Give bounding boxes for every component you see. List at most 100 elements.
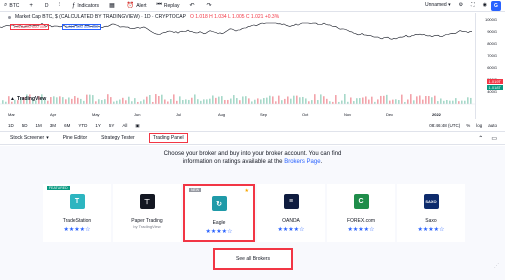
volume-bar [362,97,364,104]
volume-bar [443,100,445,104]
y-tick: 600G [487,65,497,70]
star-icon[interactable]: ★ [245,188,249,194]
range-all[interactable]: All [122,123,127,128]
percent-toggle[interactable]: % [466,123,470,128]
tab-pine-editor[interactable]: Pine Editor [63,135,87,141]
layout-name-button[interactable]: Unnamed ▾ [425,2,451,8]
toolbar-right: Unnamed ▾ ⚙ ⛶ ◉ [425,2,487,8]
volume-bar [143,99,145,104]
undo-button[interactable]: ↶ [189,2,196,9]
broker-name: TradeStation [62,218,92,224]
volume-bar [83,100,85,104]
broker-card-tradestation[interactable]: FEATURED T TradeStation ★★★★☆ [43,184,111,242]
volume-bar [197,99,199,104]
interval-label: D [44,2,49,9]
see-all-brokers-button[interactable]: See all Brokers [213,248,293,270]
volume-bar [287,96,289,104]
new-badge: NEW [189,188,202,192]
brokers-page-link[interactable]: Brokers Page [284,159,320,165]
range-ytd[interactable]: YTD [78,123,87,128]
volume-bar [161,94,163,104]
alert-button[interactable]: ⏰ Alert [127,2,147,10]
broker-card-forex[interactable]: C FOREX.com ★★★★☆ [327,184,395,242]
broker-card-oanda[interactable]: ≡ OANDA ★★★★☆ [257,184,325,242]
volume-bar [419,95,421,104]
auto-toggle[interactable]: auto [488,123,497,128]
volume-bar [413,100,415,104]
maximize-icon[interactable]: ▭ [491,135,497,142]
redo-button[interactable]: ↷ [207,2,214,9]
plus-icon: + [29,2,33,9]
volume-bar [149,95,151,104]
compare-button[interactable]: + [29,3,35,9]
range-1y[interactable]: 1Y [95,123,101,128]
price-axis[interactable]: 1000G 900G 800G 700G 600G 500G 400G [475,13,505,119]
volume-bar [188,99,190,104]
volume-bar [314,94,316,104]
volume-bar [176,100,178,104]
volume-bar [467,97,469,104]
top-toolbar: ⌕ BTC + D ⫶ ƒ Indicators ▦ ⏰ Alert ⏮ Rep… [0,0,505,12]
chevron-up-icon[interactable]: ⌃ [478,135,483,142]
layout-button[interactable]: ▦ [109,2,117,9]
range-6m[interactable]: 6M [64,123,70,128]
broker-card-paper-trading[interactable]: ⊤ Paper Trading by TradingView [113,184,181,242]
volume-bar [2,100,4,104]
volume-bar [380,95,382,104]
broker-list: FEATURED T TradeStation ★★★★☆ ⊤ Paper Tr… [43,184,465,242]
range-3m[interactable]: 3M [50,123,56,128]
volume-bar [470,97,472,104]
tab-label: Trading Panel [152,135,184,141]
volume-bar [224,99,226,104]
camera-icon[interactable]: ◉ [483,2,487,8]
interval-button[interactable]: D [45,3,49,9]
tab-stock-screener[interactable]: Stock Screener ▾ [10,135,49,141]
volume-bar [50,97,52,104]
volume-bar [356,98,358,104]
range-5d[interactable]: 5D [22,123,28,128]
settings-icon[interactable]: ⚙ [459,2,463,8]
tab-trading-panel[interactable]: Trading Panel [148,133,188,143]
volume-bar [134,98,136,104]
volume-bar [254,99,256,104]
volume-bar [185,99,187,104]
x-tick: Jul [176,112,182,117]
volume-bar [428,96,430,104]
eye-icon [8,15,11,19]
avatar[interactable]: G [491,1,501,11]
volume-bar [194,94,196,104]
x-tick: Mar [8,112,15,117]
fullscreen-icon[interactable]: ⛶ [471,2,475,8]
indicators-button[interactable]: ƒ Indicators [72,3,99,9]
candles-icon: ⫶ [58,2,61,8]
panel-resize-icon[interactable]: ⋰ [494,263,499,269]
symbol-search[interactable]: ⌕ BTC [4,2,19,9]
chart-type-button[interactable]: ⫶ [59,2,63,9]
tv-logo-text: TradingView [16,96,47,102]
volume-bar [401,94,403,104]
volume-bar [80,98,82,104]
tab-strategy-tester[interactable]: Strategy Tester [101,135,135,141]
eagle-logo-icon: ↻ [211,196,227,211]
calendar-icon[interactable]: ▣ [135,123,139,129]
broker-card-eagle[interactable]: NEW ★ ↻ Eagle ★★★★☆ [183,184,255,242]
sell-tag[interactable]: 1.019 000 000 000 [62,24,102,30]
x-tick: Dec [386,112,394,117]
y-tick: 1000G [484,17,497,22]
volume-bar [323,96,325,104]
range-1d[interactable]: 1D [8,123,14,128]
chart-legend: Market Cap BTC, $ (CALCULATED BY TRADING… [8,14,279,20]
volume-bar [302,96,304,104]
volume-bar [404,101,406,104]
symbol-label: BTC [9,2,20,9]
volume-bar [179,96,181,104]
replay-button[interactable]: ⏮ Replay [157,2,180,9]
range-1m[interactable]: 1M [36,123,42,128]
buy-tag[interactable]: 1.018 000 000 000 [10,24,50,30]
volume-bar [455,98,457,104]
volume-bar [281,100,283,104]
log-toggle[interactable]: log [476,123,482,128]
broker-card-saxo[interactable]: SAXO Saxo ★★★★☆ [397,184,465,242]
grid-icon: ▦ [109,3,115,9]
range-5y[interactable]: 5Y [109,123,115,128]
